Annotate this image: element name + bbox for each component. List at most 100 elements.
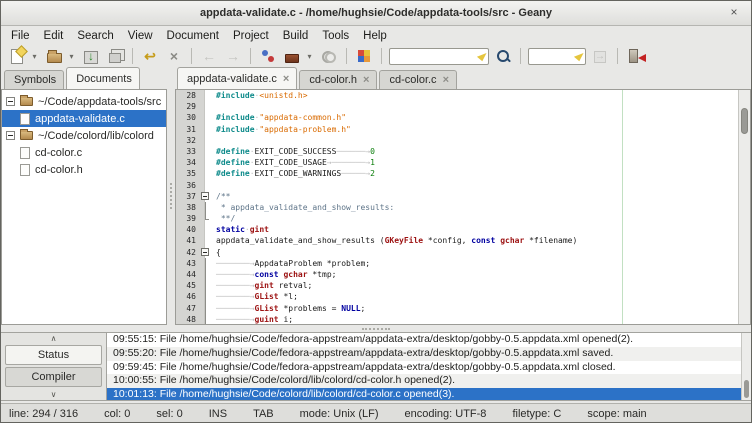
menu-search[interactable]: Search (70, 28, 120, 44)
panel-splitter[interactable] (1, 325, 751, 332)
code-line[interactable]: 32 (176, 135, 750, 146)
tree-item--Code-appdata-tools-src[interactable]: ~/Code/appdata-tools/src (2, 93, 166, 110)
line-number: 42 (176, 247, 200, 258)
fold-collapse-icon[interactable] (201, 192, 209, 200)
code-line[interactable]: 40static·gint (176, 224, 750, 235)
new-dropdown[interactable]: ▾ (29, 46, 40, 66)
messages-scrollbar-thumb[interactable] (744, 380, 749, 398)
tree-item-cd-color.h[interactable]: cd-color.h (2, 161, 166, 178)
tree-item-appdata-validate.c[interactable]: appdata-validate.c (2, 110, 166, 127)
compile-button[interactable] (257, 46, 279, 66)
editor-scrollbar-thumb[interactable] (741, 108, 748, 134)
window-close-button[interactable]: × (726, 5, 742, 21)
menu-project[interactable]: Project (226, 28, 276, 44)
panel-tab-status[interactable]: Status (5, 345, 102, 365)
search-button[interactable] (492, 46, 514, 66)
tree-expander-icon[interactable] (6, 131, 15, 140)
menu-edit[interactable]: Edit (37, 28, 71, 44)
file-icon (20, 147, 30, 159)
code-line[interactable]: 35#define·EXIT_CODE_WARNINGS─────→2 (176, 168, 750, 179)
tree-item-cd-color.c[interactable]: cd-color.c (2, 144, 166, 161)
menu-tools[interactable]: Tools (315, 28, 356, 44)
code-line[interactable]: 37/** (176, 191, 750, 202)
code-line[interactable]: 30#include·"appdata-common.h" (176, 112, 750, 123)
editor-tab-cd-color.h[interactable]: cd-color.h× (299, 70, 377, 89)
line-number: 43 (176, 258, 200, 269)
code-token: EXIT_CODE_USAGE (255, 158, 327, 167)
close-button[interactable]: × (163, 46, 185, 66)
fold-collapse-icon[interactable] (201, 248, 209, 256)
code-line[interactable]: 36 (176, 180, 750, 191)
code-line[interactable]: 46───────→GList *l; (176, 291, 750, 302)
tab-close-icon[interactable]: × (283, 74, 289, 84)
editor-scrollbar[interactable] (738, 90, 750, 324)
build-button[interactable] (281, 46, 303, 66)
code-line[interactable]: 47───────→GList *problems = NULL; (176, 303, 750, 314)
fold-margin (200, 303, 212, 314)
save-all-button[interactable] (104, 46, 126, 66)
new-button[interactable] (6, 46, 28, 66)
save-button[interactable] (80, 46, 102, 66)
execute-button[interactable] (318, 46, 340, 66)
sidebar-splitter[interactable] (167, 67, 175, 325)
code-text: appdata_validate_and_show_results (GKeyF… (212, 235, 577, 246)
panel-tab-compiler[interactable]: Compiler (5, 367, 102, 387)
code-line[interactable]: 42{ (176, 247, 750, 258)
fold-margin[interactable] (200, 191, 212, 202)
fold-margin[interactable] (200, 247, 212, 258)
tab-close-icon[interactable]: × (443, 75, 449, 85)
menu-help[interactable]: Help (356, 28, 394, 44)
code-line[interactable]: 29 (176, 101, 750, 112)
code-text: #include·<unistd.h> (212, 90, 308, 101)
code-line[interactable]: 39 **/ (176, 213, 750, 224)
compile-icon (260, 48, 276, 64)
sidebar-tab-documents[interactable]: Documents (66, 67, 140, 89)
menu-file[interactable]: File (4, 28, 37, 44)
statusbar-tab: TAB (253, 408, 274, 420)
code-line[interactable]: 31#include·"appdata-problem.h" (176, 124, 750, 135)
code-line[interactable]: 34#define·EXIT_CODE_USAGE→───────→1 (176, 157, 750, 168)
tree-item--Code-colord-lib-colord[interactable]: ~/Code/colord/lib/colord (2, 127, 166, 144)
panel-tabs-scroll-up-icon[interactable]: ∧ (1, 333, 106, 344)
status-message-row[interactable]: 10:01:13: File /home/hughsie/Code/colord… (107, 388, 751, 400)
panel-tabs-scroll-down-icon[interactable]: ∨ (1, 389, 106, 400)
code-line[interactable]: 41appdata_validate_and_show_results (GKe… (176, 235, 750, 246)
code-line[interactable]: 44───────→const gchar *tmp; (176, 269, 750, 280)
editor-tab-appdata-validate.c[interactable]: appdata-validate.c× (177, 67, 297, 89)
line-number: 38 (176, 202, 200, 213)
code-line[interactable]: 33#define·EXIT_CODE_SUCCESS──────→0 (176, 146, 750, 157)
search-input[interactable] (389, 48, 489, 65)
status-message-row[interactable]: 09:55:15: File /home/hughsie/Code/fedora… (107, 333, 751, 347)
open-button[interactable] (43, 46, 65, 66)
code-line[interactable]: 45───────→gint retval; (176, 280, 750, 291)
quit-button[interactable] (624, 46, 646, 66)
status-message-row[interactable]: 09:59:45: File /home/hughsie/Code/fedora… (107, 361, 751, 375)
tab-close-icon[interactable]: × (363, 75, 369, 85)
code-line[interactable]: 28#include·<unistd.h> (176, 90, 750, 101)
goto-line-input-wrap (528, 47, 586, 66)
menu-build[interactable]: Build (276, 28, 316, 44)
code-area[interactable]: 28#include·<unistd.h>2930#include·"appda… (175, 89, 751, 325)
menu-view[interactable]: View (121, 28, 160, 44)
code-token: ───────→ (216, 292, 255, 301)
color-chooser-button[interactable] (353, 46, 375, 66)
tree-expander-icon[interactable] (6, 97, 15, 106)
sidebar: SymbolsDocuments ~/Code/appdata-tools/sr… (1, 67, 167, 325)
goto-line-button[interactable] (589, 46, 611, 66)
editor-tab-cd-color.c[interactable]: cd-color.c× (379, 70, 457, 89)
messages-scrollbar[interactable] (741, 333, 751, 400)
code-line[interactable]: 43───────→AppdataProblem *problem; (176, 258, 750, 269)
navigate-forward-button[interactable]: → (222, 46, 244, 66)
navigate-back-button[interactable]: ← (198, 46, 220, 66)
code-line[interactable]: 48───────→guint i; (176, 314, 750, 325)
revert-button[interactable]: ↩ (139, 46, 161, 66)
build-dropdown[interactable]: ▾ (304, 46, 315, 66)
code-line[interactable]: 38 * appdata_validate_and_show_results: (176, 202, 750, 213)
search-input-wrap (389, 47, 489, 66)
status-message-row[interactable]: 10:00:55: File /home/hughsie/Code/colord… (107, 374, 751, 388)
sidebar-tab-symbols[interactable]: Symbols (4, 70, 64, 89)
fold-margin (200, 90, 212, 101)
open-dropdown[interactable]: ▾ (66, 46, 77, 66)
status-message-row[interactable]: 09:55:20: File /home/hughsie/Code/fedora… (107, 347, 751, 361)
menu-document[interactable]: Document (160, 28, 226, 44)
